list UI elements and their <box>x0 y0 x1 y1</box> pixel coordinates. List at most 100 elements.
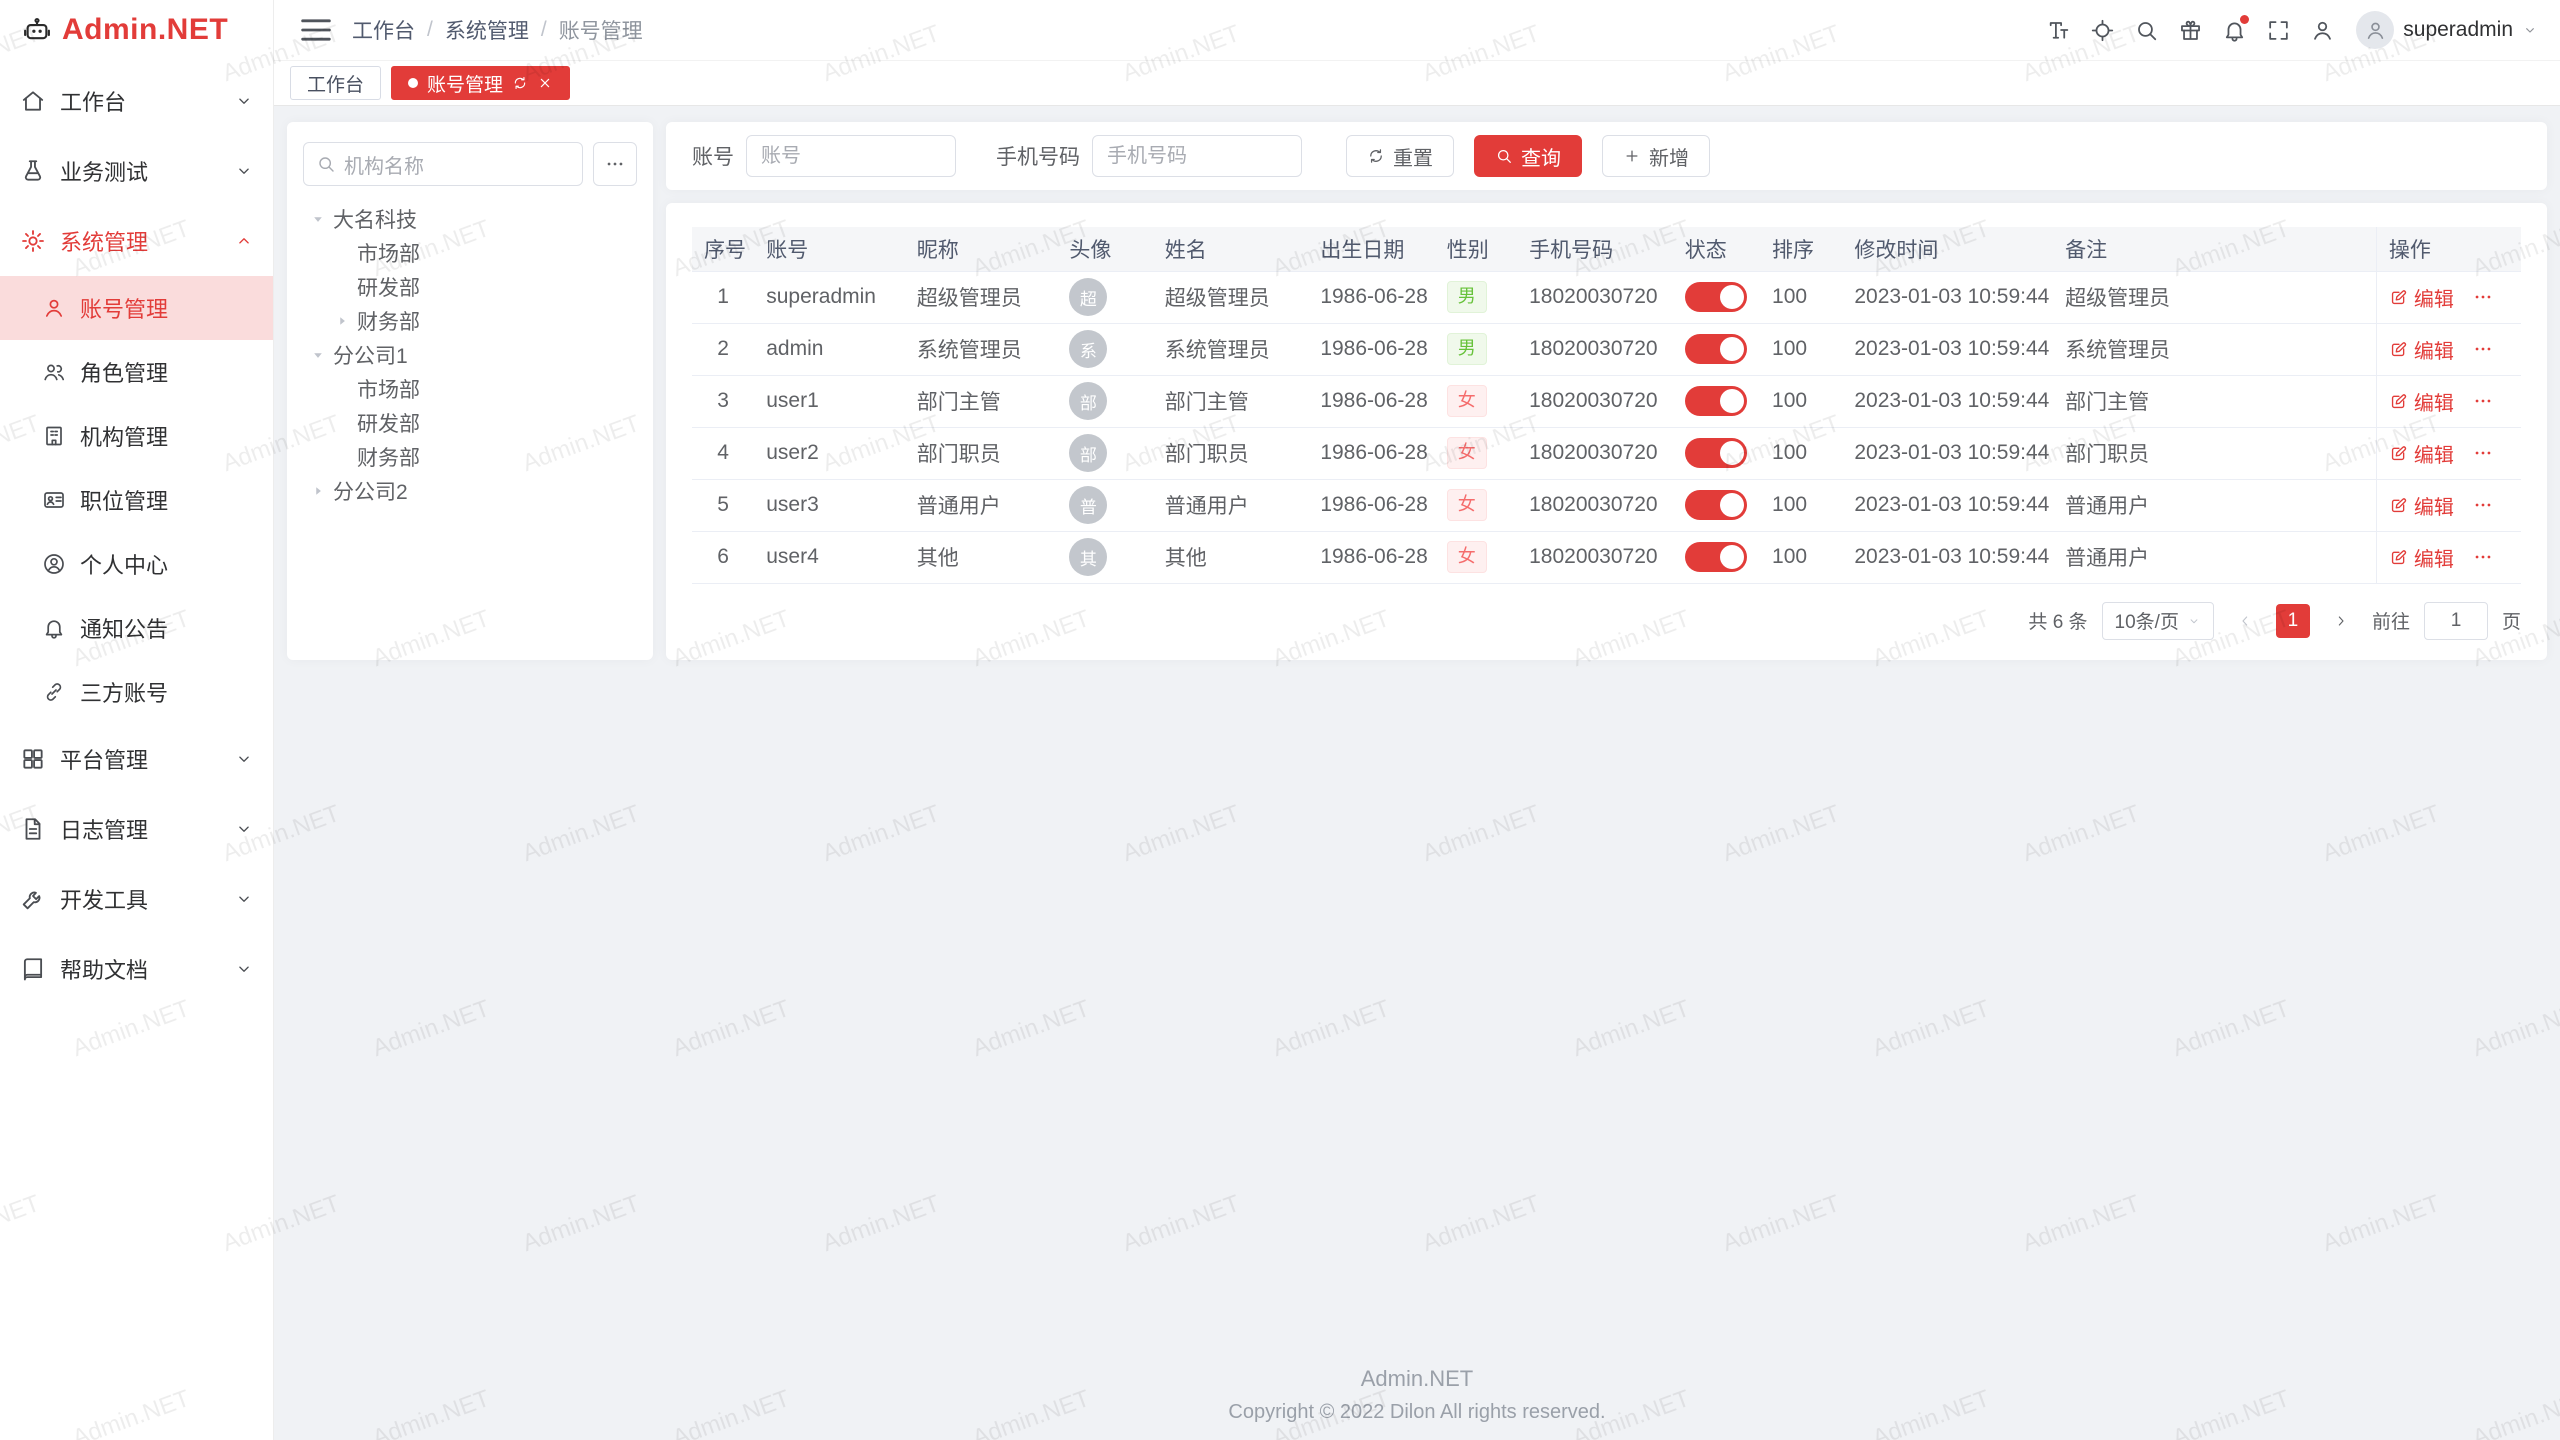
search-button[interactable] <box>2126 10 2166 50</box>
add-button[interactable]: 新增 <box>1602 135 1710 177</box>
tree-expand-icon[interactable] <box>305 342 331 368</box>
tab-refresh-icon[interactable] <box>512 75 528 91</box>
sidebar-item-help-docs[interactable]: 帮助文档 <box>0 934 273 1004</box>
tab-account-mgmt[interactable]: 账号管理 <box>391 66 570 100</box>
tree-node[interactable]: 财务部 <box>303 304 637 338</box>
edit-button[interactable]: 编辑 <box>2389 543 2454 572</box>
tree-node[interactable]: 财务部 <box>303 440 637 474</box>
bell-icon <box>2222 18 2247 43</box>
sidebar-item-workbench[interactable]: 工作台 <box>0 66 273 136</box>
edit-button[interactable]: 编辑 <box>2389 283 2454 312</box>
page-number-1[interactable]: 1 <box>2276 604 2310 638</box>
row-more-button[interactable] <box>2472 494 2494 516</box>
search-icon <box>316 154 336 174</box>
column-header: 序号 <box>692 227 754 271</box>
cell-name: 系统管理员 <box>1153 323 1309 375</box>
cell-modified: 2023-01-03 10:59:44 <box>1842 531 2053 583</box>
tree-node[interactable]: 分公司1 <box>303 338 637 372</box>
table-row: 2admin系统管理员系系统管理员1986-06-28男180200307201… <box>692 323 2521 375</box>
row-more-button[interactable] <box>2472 546 2494 568</box>
user-button[interactable] <box>2302 10 2342 50</box>
sidebar-item-position-mgmt[interactable]: 职位管理 <box>0 468 273 532</box>
tree-node[interactable]: 分公司2 <box>303 474 637 508</box>
column-header: 手机号码 <box>1517 227 1673 271</box>
row-more-button[interactable] <box>2472 442 2494 464</box>
tree-expand-icon[interactable] <box>305 478 331 504</box>
flask-icon <box>20 158 46 184</box>
status-toggle[interactable] <box>1685 386 1747 416</box>
sidebar-menu: 工作台业务测试系统管理账号管理角色管理机构管理职位管理个人中心通知公告三方账号平… <box>0 60 273 1004</box>
edit-button[interactable]: 编辑 <box>2389 387 2454 416</box>
tree-expand-icon[interactable] <box>329 308 355 334</box>
reset-button[interactable]: 重置 <box>1346 135 1454 177</box>
edit-button[interactable]: 编辑 <box>2389 491 2454 520</box>
sidebar-item-third-account[interactable]: 三方账号 <box>0 660 273 724</box>
goto-page-input[interactable] <box>2424 602 2488 640</box>
row-more-button[interactable] <box>2472 286 2494 308</box>
sidebar-item-platform-mgmt[interactable]: 平台管理 <box>0 724 273 794</box>
tree-caret-placeholder <box>329 376 355 402</box>
org-search-input[interactable]: 机构名称 <box>303 142 583 186</box>
sidebar-item-label: 开发工具 <box>60 883 221 915</box>
tree-node[interactable]: 市场部 <box>303 236 637 270</box>
tree-node-label: 财务部 <box>357 306 420 336</box>
row-more-button[interactable] <box>2472 390 2494 412</box>
cell-account: user4 <box>754 531 905 583</box>
sidebar-item-account-mgmt[interactable]: 账号管理 <box>0 276 273 340</box>
chevron-down-icon <box>235 92 253 110</box>
tree-node[interactable]: 研发部 <box>303 270 637 304</box>
status-toggle[interactable] <box>1685 438 1747 468</box>
account-input[interactable] <box>746 135 956 177</box>
edit-button[interactable]: 编辑 <box>2389 439 2454 468</box>
table-row: 5user3普通用户普普通用户1986-06-28女18020030720100… <box>692 479 2521 531</box>
filter-card: 账号 手机号码 重置 查询 新增 <box>666 122 2547 190</box>
breadcrumb-item[interactable]: 工作台 <box>352 15 415 45</box>
tool-icon <box>20 886 46 912</box>
row-more-button[interactable] <box>2472 338 2494 360</box>
gender-tag: 女 <box>1447 385 1487 417</box>
dots-icon <box>2472 286 2494 308</box>
status-toggle[interactable] <box>1685 282 1747 312</box>
tree-expand-icon[interactable] <box>305 206 331 232</box>
cell-name: 部门主管 <box>1153 375 1309 427</box>
page-size-select[interactable]: 10条/页 <box>2102 602 2214 640</box>
sidebar-item-personal-center[interactable]: 个人中心 <box>0 532 273 596</box>
phone-input[interactable] <box>1092 135 1302 177</box>
sidebar-item-notice[interactable]: 通知公告 <box>0 596 273 660</box>
tree-node[interactable]: 市场部 <box>303 372 637 406</box>
column-header: 出生日期 <box>1308 227 1434 271</box>
sidebar-item-system-mgmt[interactable]: 系统管理 <box>0 206 273 276</box>
fullscreen-button[interactable] <box>2258 10 2298 50</box>
status-toggle[interactable] <box>1685 490 1747 520</box>
breadcrumb-item[interactable]: 系统管理 <box>445 15 529 45</box>
edit-button-label: 编辑 <box>2414 335 2454 364</box>
sidebar-item-log-mgmt[interactable]: 日志管理 <box>0 794 273 864</box>
locate-button[interactable] <box>2082 10 2122 50</box>
org-more-button[interactable] <box>593 142 637 186</box>
tab-workbench[interactable]: 工作台 <box>290 66 381 100</box>
search-button[interactable]: 查询 <box>1474 135 1582 177</box>
cell-actions: 编辑 <box>2376 375 2521 427</box>
status-toggle[interactable] <box>1685 542 1747 572</box>
prev-page-button[interactable] <box>2228 604 2262 638</box>
status-toggle[interactable] <box>1685 334 1747 364</box>
tree-node[interactable]: 大名科技 <box>303 202 637 236</box>
bell-button[interactable] <box>2214 10 2254 50</box>
gift-button[interactable] <box>2170 10 2210 50</box>
cell-modified: 2023-01-03 10:59:44 <box>1842 427 2053 479</box>
sidebar-item-business-test[interactable]: 业务测试 <box>0 136 273 206</box>
font-size-button[interactable] <box>2038 10 2078 50</box>
book-icon <box>20 956 46 982</box>
sidebar-item-org-mgmt[interactable]: 机构管理 <box>0 404 273 468</box>
menu-collapse-button[interactable] <box>296 10 336 50</box>
next-page-button[interactable] <box>2324 604 2358 638</box>
tab-close-icon[interactable] <box>537 75 553 91</box>
tree-node-label: 财务部 <box>357 442 420 472</box>
tree-node-label: 研发部 <box>357 272 420 302</box>
edit-button[interactable]: 编辑 <box>2389 335 2454 364</box>
tree-node[interactable]: 研发部 <box>303 406 637 440</box>
chevron-right-icon <box>2333 613 2349 629</box>
sidebar-item-dev-tools[interactable]: 开发工具 <box>0 864 273 934</box>
sidebar-item-role-mgmt[interactable]: 角色管理 <box>0 340 273 404</box>
user-menu[interactable]: superadmin <box>2356 11 2538 49</box>
